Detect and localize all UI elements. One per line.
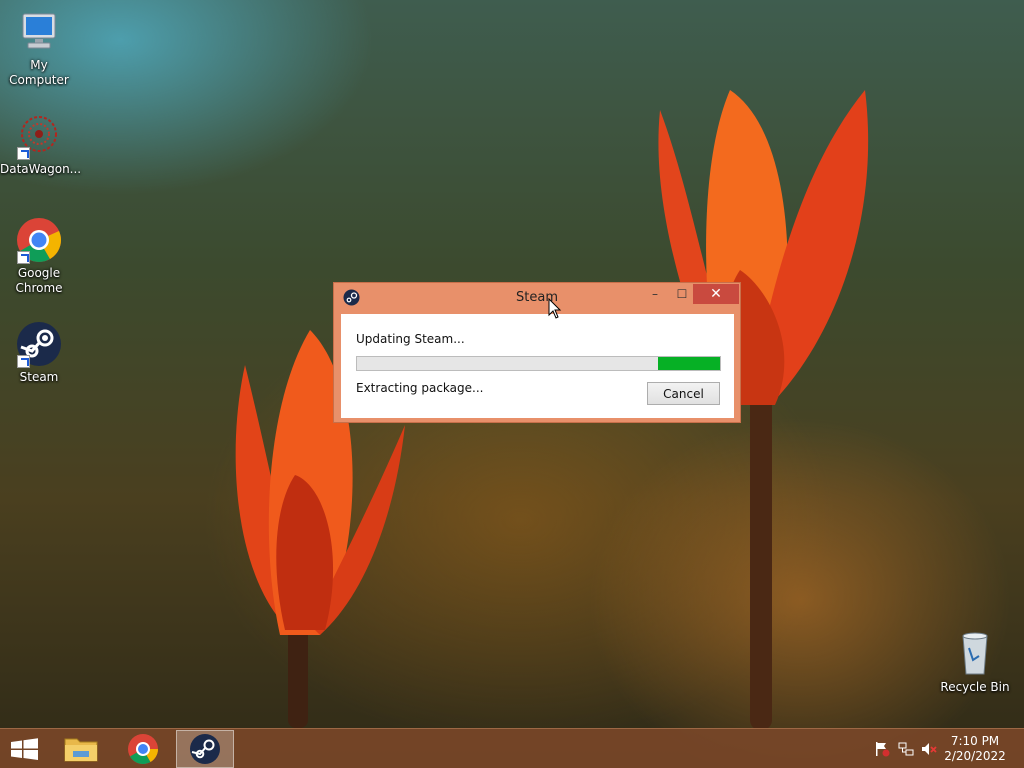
- folder-icon: [64, 738, 98, 762]
- close-button[interactable]: ✕: [693, 284, 739, 304]
- computer-icon: [15, 8, 63, 56]
- mouse-pointer-icon: [548, 298, 562, 319]
- steam-icon: [190, 734, 220, 764]
- action-center-flag-icon[interactable]: [874, 741, 890, 757]
- shortcut-arrow-icon: [17, 147, 30, 160]
- shortcut-arrow-icon: [17, 251, 30, 264]
- minimize-button[interactable]: –: [641, 284, 669, 304]
- desktop-icon-label: Steam: [19, 370, 59, 384]
- desktop-icon-label: My Computer: [9, 58, 69, 87]
- network-icon[interactable]: [898, 741, 914, 757]
- taskbar-steam[interactable]: [176, 730, 234, 768]
- cancel-button[interactable]: Cancel: [647, 382, 720, 405]
- desktop-icon-label: Recycle Bin: [940, 680, 1010, 694]
- desktop-icon-steam[interactable]: Steam: [0, 320, 78, 385]
- chrome-icon: [15, 216, 63, 264]
- taskbar: 7:10 PM 2/20/2022: [0, 728, 1024, 768]
- taskbar-file-explorer[interactable]: [52, 730, 110, 768]
- windows-logo-icon: [11, 738, 38, 760]
- volume-muted-icon[interactable]: [921, 741, 937, 757]
- dialog-content: Updating Steam... Extracting package... …: [341, 314, 734, 418]
- progress-bar-fill: [658, 357, 720, 370]
- maximize-button[interactable]: ☐: [669, 284, 695, 304]
- desktop-icon-label: DataWagon...: [0, 162, 82, 176]
- dialog-titlebar[interactable]: Steam – ☐ ✕: [334, 283, 740, 313]
- steam-icon: [15, 320, 63, 368]
- progress-bar: [356, 356, 721, 371]
- desktop: My Computer DataWagon... Google Chrome S…: [0, 0, 1024, 730]
- desktop-icon-my-computer[interactable]: My Computer: [0, 8, 78, 88]
- desktop-icon-recycle-bin[interactable]: Recycle Bin: [936, 630, 1014, 695]
- datawagon-icon: [15, 112, 63, 160]
- steam-update-dialog: Steam – ☐ ✕ Updating Steam... Extracting…: [333, 282, 741, 423]
- sub-status-text: Extracting package...: [356, 381, 484, 395]
- clock-date: 2/20/2022: [944, 749, 1006, 763]
- status-text: Updating Steam...: [356, 332, 465, 346]
- start-button[interactable]: [0, 730, 50, 768]
- clock-time: 7:10 PM: [950, 734, 1000, 748]
- desktop-icon-datawagon[interactable]: DataWagon...: [0, 112, 82, 177]
- shortcut-arrow-icon: [17, 355, 30, 368]
- chrome-icon: [128, 734, 158, 765]
- taskbar-chrome[interactable]: [114, 730, 172, 768]
- system-clock[interactable]: 7:10 PM 2/20/2022: [940, 734, 1010, 764]
- recycle-bin-icon: [951, 630, 999, 678]
- desktop-icon-google-chrome[interactable]: Google Chrome: [0, 216, 78, 296]
- desktop-icon-label: Google Chrome: [15, 266, 63, 295]
